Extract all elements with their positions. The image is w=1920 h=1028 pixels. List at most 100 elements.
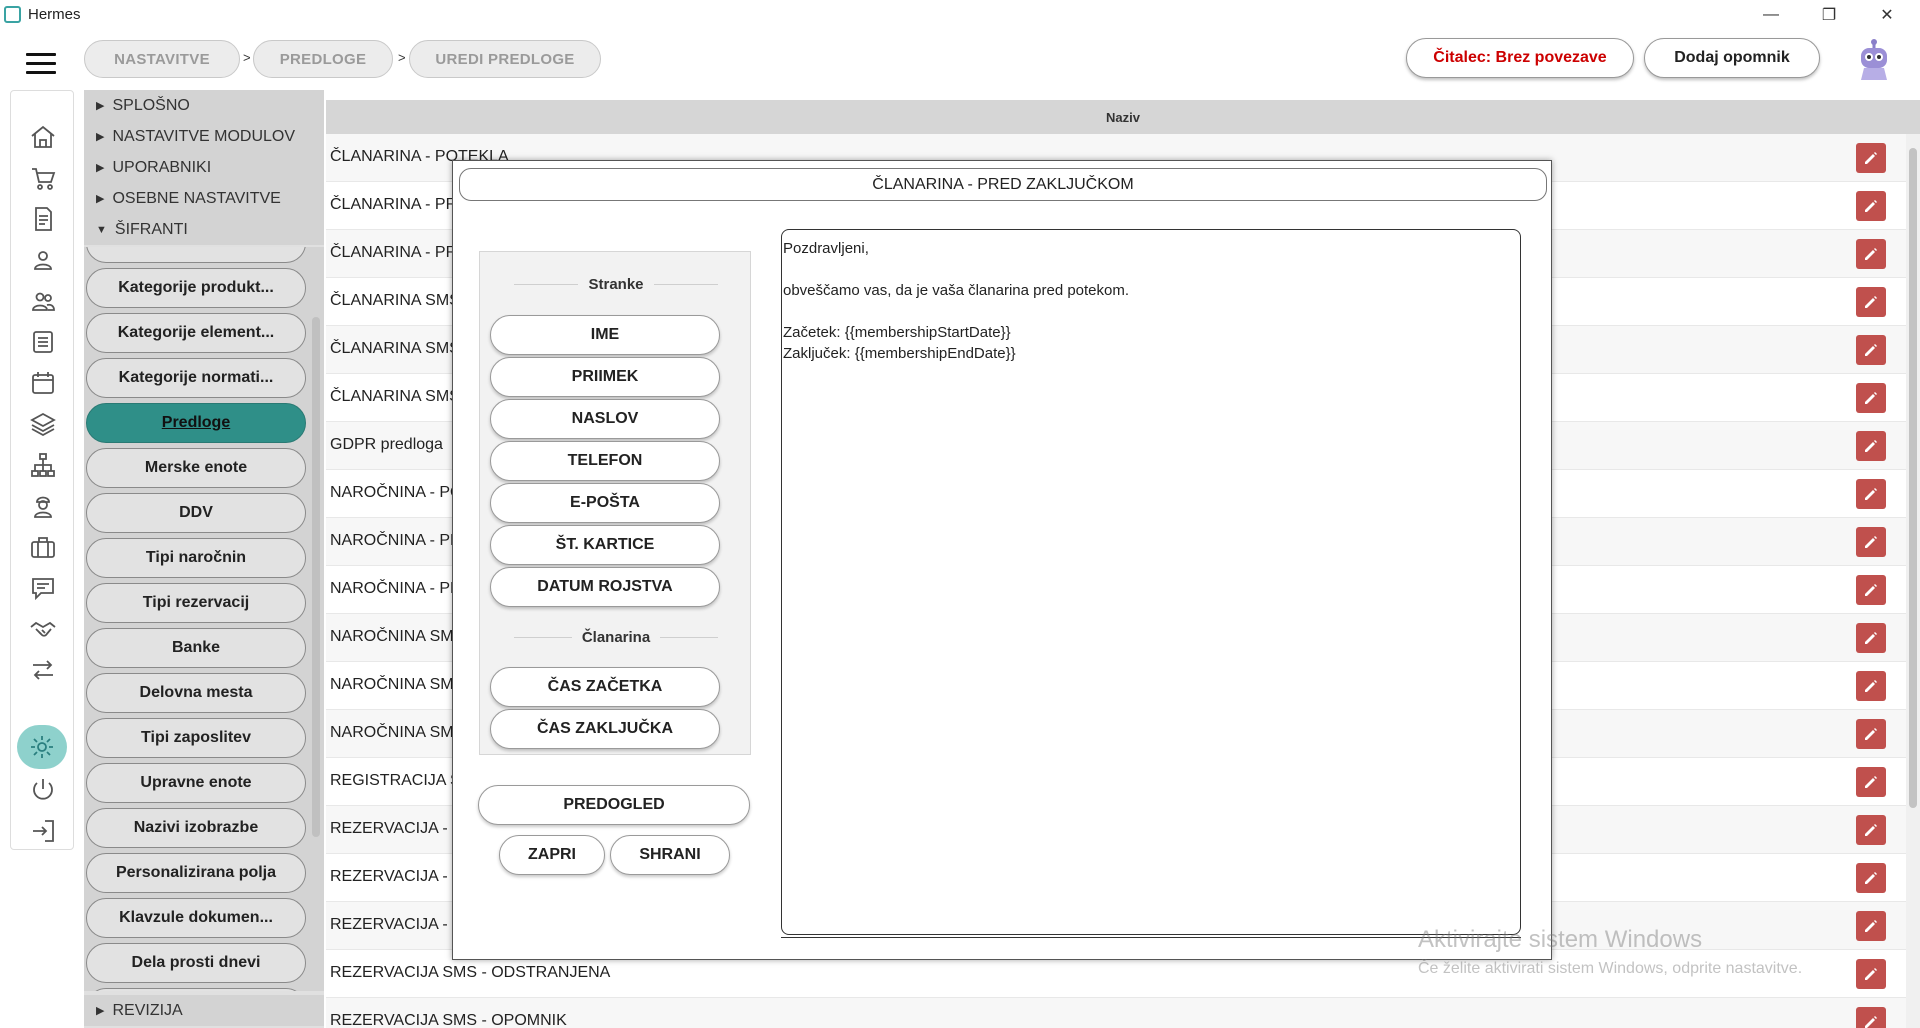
layers-icon[interactable] — [27, 408, 59, 440]
insert-priimek-button[interactable]: PRIIMEK — [490, 357, 720, 397]
tree-item-personalizirana-polja[interactable]: Personalizirana polja — [86, 853, 306, 893]
row-name: NAROČNINA SMS — [330, 724, 465, 741]
pencil-icon — [1865, 1016, 1877, 1028]
tree-section-osebne-nastavitve[interactable]: ▶ OSEBNE NASTAVITVE — [84, 183, 324, 214]
briefcase-icon[interactable] — [27, 531, 59, 563]
insert-cas-zakljucka-button[interactable]: ČAS ZAKLJUČKA — [490, 709, 720, 749]
tree-item-klavzule-dokumentov[interactable]: Klavzule dokumen... — [86, 898, 306, 938]
logout-icon[interactable] — [27, 815, 59, 847]
network-icon[interactable] — [27, 449, 59, 481]
preview-button[interactable]: PREDOGLED — [478, 785, 750, 825]
insert-datum-rojstva-button[interactable]: DATUM ROJSTVA — [490, 567, 720, 607]
edit-row-button[interactable] — [1856, 287, 1886, 317]
tree-scroll-thumb[interactable] — [312, 317, 320, 837]
tree-item-kategorije-elementov[interactable]: Kategorije element... — [86, 313, 306, 353]
people-icon[interactable] — [27, 285, 59, 317]
gear-icon[interactable] — [17, 725, 67, 769]
worker-icon[interactable] — [27, 490, 59, 522]
close-button[interactable]: ZAPRI — [499, 835, 605, 875]
tree-section-uporabniki[interactable]: ▶ UPORABNIKI — [84, 152, 324, 183]
edit-row-button[interactable] — [1856, 143, 1886, 173]
person-icon[interactable] — [27, 244, 59, 276]
tree-item-tipi-narocnin[interactable]: Tipi naročnin — [86, 538, 306, 578]
edit-row-button[interactable] — [1856, 479, 1886, 509]
table-scrollbar[interactable] — [1906, 134, 1920, 1028]
insert-ime-button[interactable]: IME — [490, 315, 720, 355]
group-label-clanarina: Članarina — [504, 627, 728, 647]
save-button[interactable]: SHRANI — [610, 835, 730, 875]
power-icon[interactable] — [27, 774, 59, 806]
template-body-editor[interactable]: Pozdravljeni, obveščamo vas, da je vaša č… — [781, 229, 1521, 935]
tree-item-merske-enote[interactable]: Merske enote — [86, 448, 306, 488]
tree-section-splosno[interactable]: ▶ SPLOŠNO — [84, 90, 324, 121]
edit-row-button[interactable] — [1856, 767, 1886, 797]
edit-row-button[interactable] — [1856, 1007, 1886, 1028]
edit-row-button[interactable] — [1856, 671, 1886, 701]
reader-status-button[interactable]: Čitalec: Brez povezave — [1406, 38, 1634, 78]
tree-scrollbar[interactable] — [310, 247, 322, 991]
tree-section-nastavitve-modulov[interactable]: ▶ NASTAVITVE MODULOV — [84, 121, 324, 152]
edit-row-button[interactable] — [1856, 383, 1886, 413]
list-icon[interactable] — [27, 326, 59, 358]
edit-row-button[interactable] — [1856, 527, 1886, 557]
edit-row-button[interactable] — [1856, 959, 1886, 989]
add-reminder-button[interactable]: Dodaj opomnik — [1644, 38, 1820, 78]
tree-item-banke[interactable]: Banke — [86, 628, 306, 668]
tree-item-tipi-rezervacij[interactable]: Tipi rezervacij — [86, 583, 306, 623]
edit-row-button[interactable] — [1856, 911, 1886, 941]
tree-item-upravne-enote[interactable]: Upravne enote — [86, 763, 306, 803]
collapse-icon: ▼ — [96, 223, 107, 236]
tree-item-kategorije-produktov[interactable]: Kategorije produkt... — [86, 268, 306, 308]
document-icon[interactable] — [27, 203, 59, 235]
tree-item-kategorije-normativov[interactable]: Kategorije normati... — [86, 358, 306, 398]
edit-row-button[interactable] — [1856, 815, 1886, 845]
edit-row-button[interactable] — [1856, 335, 1886, 365]
tree-item-delovna-mesta[interactable]: Delovna mesta — [86, 673, 306, 713]
transfer-icon[interactable] — [27, 654, 59, 686]
tree-item-dela-prosti-dnevi[interactable]: Dela prosti dnevi — [86, 943, 306, 983]
table-row[interactable]: REZERVACIJA SMS - OPOMNIK — [326, 998, 1906, 1028]
edit-row-button[interactable] — [1856, 575, 1886, 605]
home-icon[interactable] — [27, 121, 59, 153]
tree-section-revizija[interactable]: ▶ REVIZIJA — [84, 995, 324, 1026]
restore-button[interactable]: ❐ — [1806, 0, 1852, 29]
edit-row-button[interactable] — [1856, 863, 1886, 893]
tree-item-nazivi-izobrazbe[interactable]: Nazivi izobrazbe — [86, 808, 306, 848]
table-scroll-thumb[interactable] — [1909, 148, 1917, 808]
edit-row-button[interactable] — [1856, 623, 1886, 653]
expand-icon: ▶ — [96, 193, 105, 205]
minimize-button[interactable]: — — [1748, 0, 1794, 29]
edit-row-button[interactable] — [1856, 191, 1886, 221]
breadcrumb-predloge[interactable]: PREDLOGE — [253, 40, 393, 78]
handshake-icon[interactable] — [27, 613, 59, 645]
insert-naslov-button[interactable]: NASLOV — [490, 399, 720, 439]
breadcrumb-nastavitve[interactable]: NASTAVITVE — [84, 40, 240, 78]
row-name: NAROČNINA - PRE — [330, 580, 473, 597]
cart-icon[interactable] — [27, 162, 59, 194]
edit-row-button[interactable] — [1856, 431, 1886, 461]
insert-st-kartice-button[interactable]: ŠT. KARTICE — [490, 525, 720, 565]
pencil-icon — [1865, 680, 1877, 692]
chat-icon[interactable] — [27, 572, 59, 604]
insert-cas-zacetka-button[interactable]: ČAS ZAČETKA — [490, 667, 720, 707]
pencil-icon — [1865, 248, 1877, 260]
menu-icon[interactable] — [26, 53, 56, 75]
template-name-field[interactable]: ČLANARINA - PRED ZAKLJUČKOM — [459, 168, 1547, 201]
tree-section-sifranti[interactable]: ▼ ŠIFRANTI — [84, 214, 324, 245]
pencil-icon — [1865, 776, 1877, 788]
insert-telefon-button[interactable]: TELEFON — [490, 441, 720, 481]
tree-item-ddv[interactable]: DDV — [86, 493, 306, 533]
edit-row-button[interactable] — [1856, 239, 1886, 269]
tree-item-hidden[interactable] — [86, 988, 306, 991]
insert-eposta-button[interactable]: E-POŠTA — [490, 483, 720, 523]
close-window-button[interactable]: ✕ — [1864, 0, 1910, 29]
edit-row-button[interactable] — [1856, 719, 1886, 749]
expand-icon: ▶ — [96, 1005, 105, 1017]
tree-item-predloge[interactable]: Predloge — [86, 403, 306, 443]
tree-item-tipi-zaposlitev[interactable]: Tipi zaposlitev — [86, 718, 306, 758]
breadcrumb-uredi-predloge[interactable]: UREDI PREDLOGE — [409, 40, 601, 78]
tree-item-hidden[interactable] — [86, 247, 306, 263]
calendar-icon[interactable] — [27, 367, 59, 399]
column-header-naziv[interactable]: Naziv — [326, 100, 1920, 134]
robot-avatar-icon[interactable] — [1856, 38, 1892, 80]
